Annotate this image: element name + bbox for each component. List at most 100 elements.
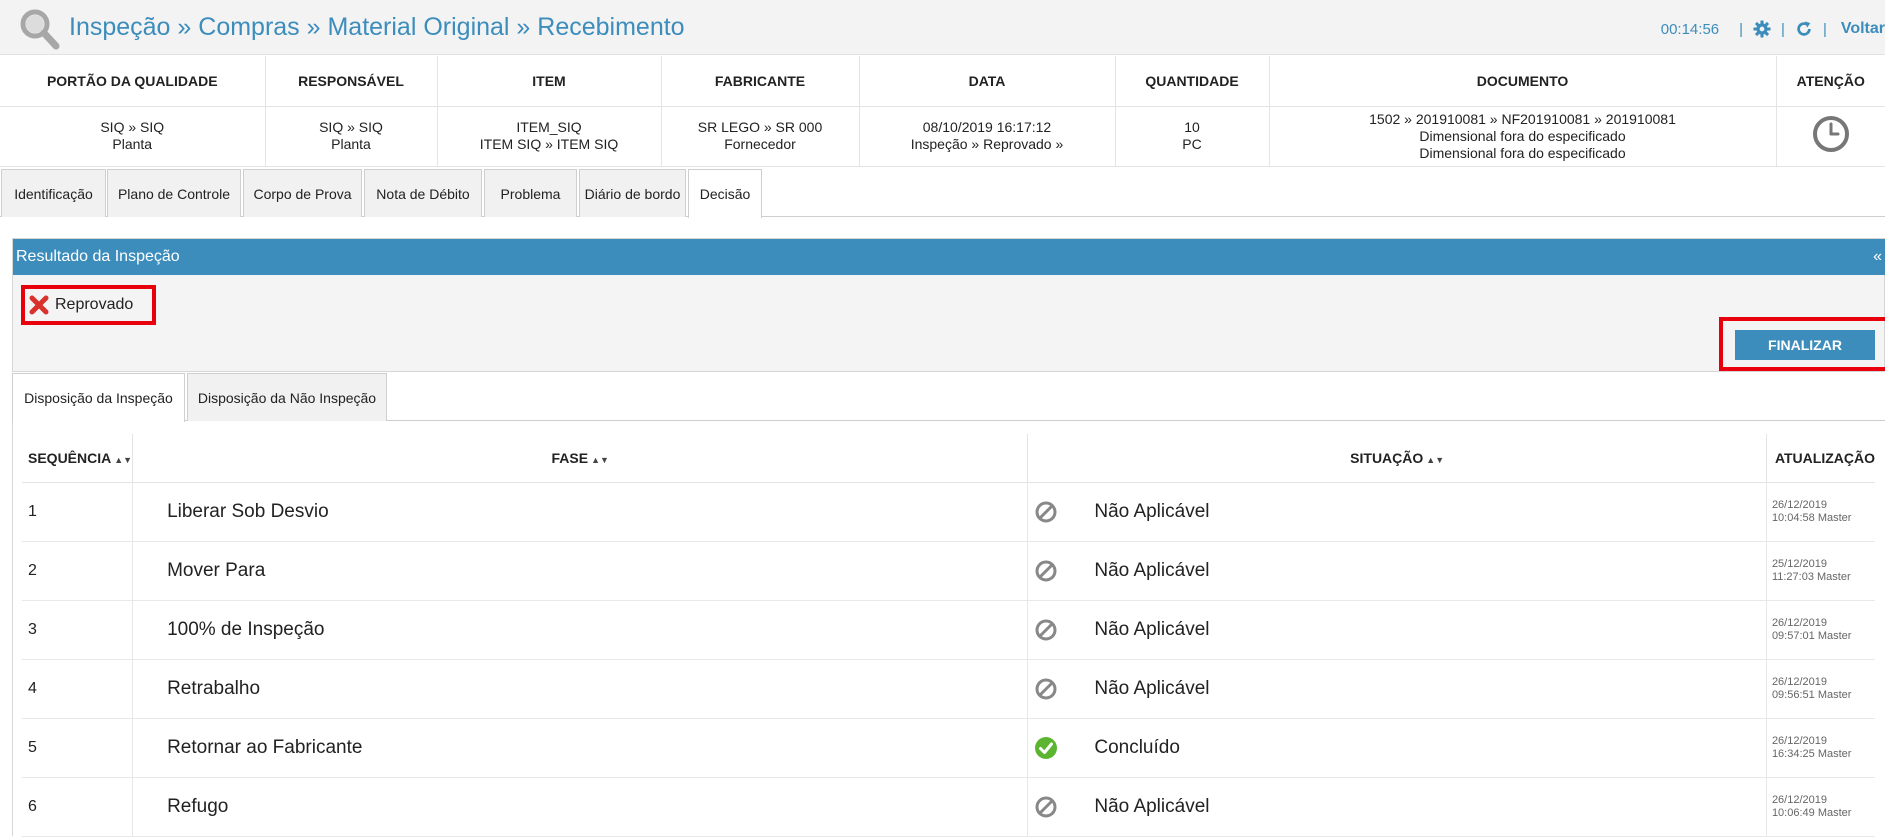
quantity-value: 10 bbox=[1184, 119, 1200, 135]
responsible-value: SIQ » SIQ bbox=[319, 119, 383, 135]
update-user: Master bbox=[1817, 747, 1852, 760]
update-user: Master bbox=[1817, 570, 1851, 583]
tab-corpo-de-prova[interactable]: Corpo de Prova bbox=[243, 169, 362, 217]
tab-plano-de-controle[interactable]: Plano de Controle bbox=[107, 169, 241, 217]
not-applicable-icon bbox=[1034, 677, 1058, 701]
document-cell: 1502 » 201910081 » NF201910081 » 2019100… bbox=[1269, 106, 1777, 167]
col-date: DATA bbox=[859, 56, 1116, 107]
table-row[interactable]: 6 Refugo Não Aplicável 26/12/2019 10:06:49 M… bbox=[22, 777, 1875, 837]
col-situacao-label: SITUAÇÃO bbox=[1350, 449, 1424, 466]
tab-diario-de-bordo[interactable]: Diário de bordo bbox=[579, 169, 686, 217]
update-time: 10:04:58 bbox=[1771, 511, 1815, 524]
document-note: Dimensional fora do especificado bbox=[1419, 144, 1626, 161]
update-time: 10:06:49 bbox=[1771, 806, 1815, 819]
separator: | bbox=[1739, 20, 1744, 38]
gate-sub: Planta bbox=[112, 136, 153, 152]
main-tabs: Identificação Plano de Controle Corpo de… bbox=[0, 169, 1885, 218]
gate-value: SIQ » SIQ bbox=[100, 119, 165, 135]
completed-check-icon bbox=[1034, 736, 1058, 760]
sort-icon: ▲▼ bbox=[114, 454, 133, 465]
disposition-grid: SEQUÊNCIA ▲▼ FASE ▲▼ SITUAÇÃO ▲▼ ATUALIZAÇÃ… bbox=[22, 434, 1875, 837]
result-label: Reprovado bbox=[55, 296, 134, 313]
update-cell: 26/12/2019 10:06:49 Master bbox=[1766, 777, 1875, 837]
tab-problema[interactable]: Problema bbox=[484, 169, 577, 217]
responsible-cell: SIQ » SIQ Planta bbox=[265, 106, 438, 167]
back-link[interactable]: Voltar bbox=[1841, 20, 1885, 38]
magnifier-logo-icon bbox=[20, 9, 60, 50]
fase-cell: Retornar ao Fabricante bbox=[132, 718, 1029, 778]
situacao-cell: Não Aplicável bbox=[1027, 777, 1767, 837]
seq-cell: 5 bbox=[22, 718, 134, 778]
table-row[interactable]: 4 Retrabalho Não Aplicável 26/12/2019 09:56:… bbox=[22, 659, 1875, 719]
breadcrumb: Inspeção » Compras » Material Original »… bbox=[69, 13, 685, 41]
col-manufacturer: FABRICANTE bbox=[661, 56, 860, 107]
seq-cell: 3 bbox=[22, 600, 134, 660]
fase-cell: 100% de Inspeção bbox=[132, 600, 1029, 660]
table-row[interactable]: 1 Liberar Sob Desvio Não Aplicável 26/12/20… bbox=[22, 482, 1875, 542]
finalize-button[interactable]: FINALIZAR bbox=[1735, 330, 1875, 360]
result-panel: Resultado da Inspeção « Reprovado bbox=[12, 238, 1885, 372]
tab-identificacao[interactable]: Identificação bbox=[1, 169, 106, 217]
date-value: 08/10/2019 16:17:12 bbox=[922, 119, 1052, 135]
table-row[interactable]: 2 Mover Para Não Aplicável 25/12/2019 11:27:… bbox=[22, 541, 1875, 601]
gear-icon[interactable] bbox=[1753, 20, 1771, 38]
table-row[interactable]: 3 100% de Inspeção Não Aplicável 26/12/2019… bbox=[22, 600, 1875, 660]
collapse-toggle[interactable]: « bbox=[1873, 239, 1882, 275]
quantity-cell: 10 PC bbox=[1115, 106, 1270, 167]
situacao-text: Não Aplicável bbox=[1094, 677, 1210, 699]
col-situacao[interactable]: SITUAÇÃO ▲▼ bbox=[1027, 434, 1767, 483]
top-bar: Inspeção » Compras » Material Original »… bbox=[0, 0, 1885, 55]
update-date: 25/12/2019 bbox=[1771, 557, 1827, 570]
update-date: 26/12/2019 bbox=[1771, 793, 1827, 806]
update-user: Master bbox=[1817, 688, 1852, 701]
sort-icon: ▲▼ bbox=[1426, 454, 1445, 465]
seq-cell: 6 bbox=[22, 777, 134, 837]
situacao-cell: Não Aplicável bbox=[1027, 659, 1767, 719]
update-time: 09:57:01 bbox=[1771, 629, 1815, 642]
quantity-unit: PC bbox=[1182, 136, 1202, 152]
separator: | bbox=[1781, 20, 1785, 38]
fase-cell: Liberar Sob Desvio bbox=[132, 482, 1029, 542]
red-x-icon bbox=[29, 295, 49, 315]
tab-nota-de-debito[interactable]: Nota de Débito bbox=[364, 169, 482, 217]
situacao-cell: Concluído bbox=[1027, 718, 1767, 778]
update-cell: 26/12/2019 16:34:25 Master bbox=[1766, 718, 1875, 778]
update-user: Master bbox=[1817, 629, 1852, 642]
refresh-icon[interactable] bbox=[1795, 20, 1813, 38]
attention-cell bbox=[1776, 106, 1885, 167]
update-date: 26/12/2019 bbox=[1771, 734, 1827, 747]
seq-cell: 1 bbox=[22, 482, 134, 542]
not-applicable-icon bbox=[1034, 618, 1058, 642]
col-responsible: RESPONSÁVEL bbox=[265, 56, 438, 107]
not-applicable-icon bbox=[1034, 500, 1058, 524]
gate-cell: SIQ » SIQ Planta bbox=[0, 106, 266, 167]
item-sub: ITEM SIQ » ITEM SIQ bbox=[479, 136, 619, 152]
subtab-disposicao-inspecao[interactable]: Disposição da Inspeção bbox=[12, 373, 185, 422]
subtab-disposicao-nao-inspecao[interactable]: Disposição da Não Inspeção bbox=[187, 373, 387, 421]
col-sequencia[interactable]: SEQUÊNCIA ▲▼ bbox=[22, 434, 134, 483]
document-note: Dimensional fora do especificado bbox=[1419, 127, 1626, 144]
update-time: 16:34:25 bbox=[1771, 747, 1815, 760]
not-applicable-icon bbox=[1034, 795, 1058, 819]
situacao-text: Concluído bbox=[1094, 736, 1180, 758]
tab-decisao[interactable]: Decisão bbox=[688, 169, 762, 218]
situacao-text: Não Aplicável bbox=[1094, 559, 1210, 581]
situacao-cell: Não Aplicável bbox=[1027, 541, 1767, 601]
manufacturer-sub: Fornecedor bbox=[724, 136, 796, 152]
seq-cell: 2 bbox=[22, 541, 134, 601]
inspection-info-table: PORTÃO DA QUALIDADE RESPONSÁVEL ITEM FAB… bbox=[0, 56, 1885, 167]
result-status: Reprovado bbox=[21, 285, 156, 325]
document-value: 1502 » 201910081 » NF201910081 » 2019100… bbox=[1369, 110, 1676, 127]
table-row[interactable]: 5 Retornar ao Fabricante Concluído 26/12/20… bbox=[22, 718, 1875, 778]
update-cell: 26/12/2019 09:56:51 Master bbox=[1766, 659, 1875, 719]
manufacturer-cell: SR LEGO » SR 000 Fornecedor bbox=[661, 106, 860, 167]
col-fase[interactable]: FASE ▲▼ bbox=[132, 434, 1029, 483]
col-quantity: QUANTIDADE bbox=[1115, 56, 1270, 107]
col-attention: ATENÇÃO bbox=[1776, 56, 1885, 107]
clock-icon[interactable] bbox=[1812, 115, 1850, 153]
update-cell: 26/12/2019 09:57:01 Master bbox=[1766, 600, 1875, 660]
col-fase-label: FASE bbox=[551, 449, 589, 466]
situacao-text: Não Aplicável bbox=[1094, 795, 1210, 817]
date-cell: 08/10/2019 16:17:12 Inspeção » Reprovado … bbox=[859, 106, 1116, 167]
col-atualizacao: ATUALIZAÇÃO bbox=[1766, 434, 1875, 483]
